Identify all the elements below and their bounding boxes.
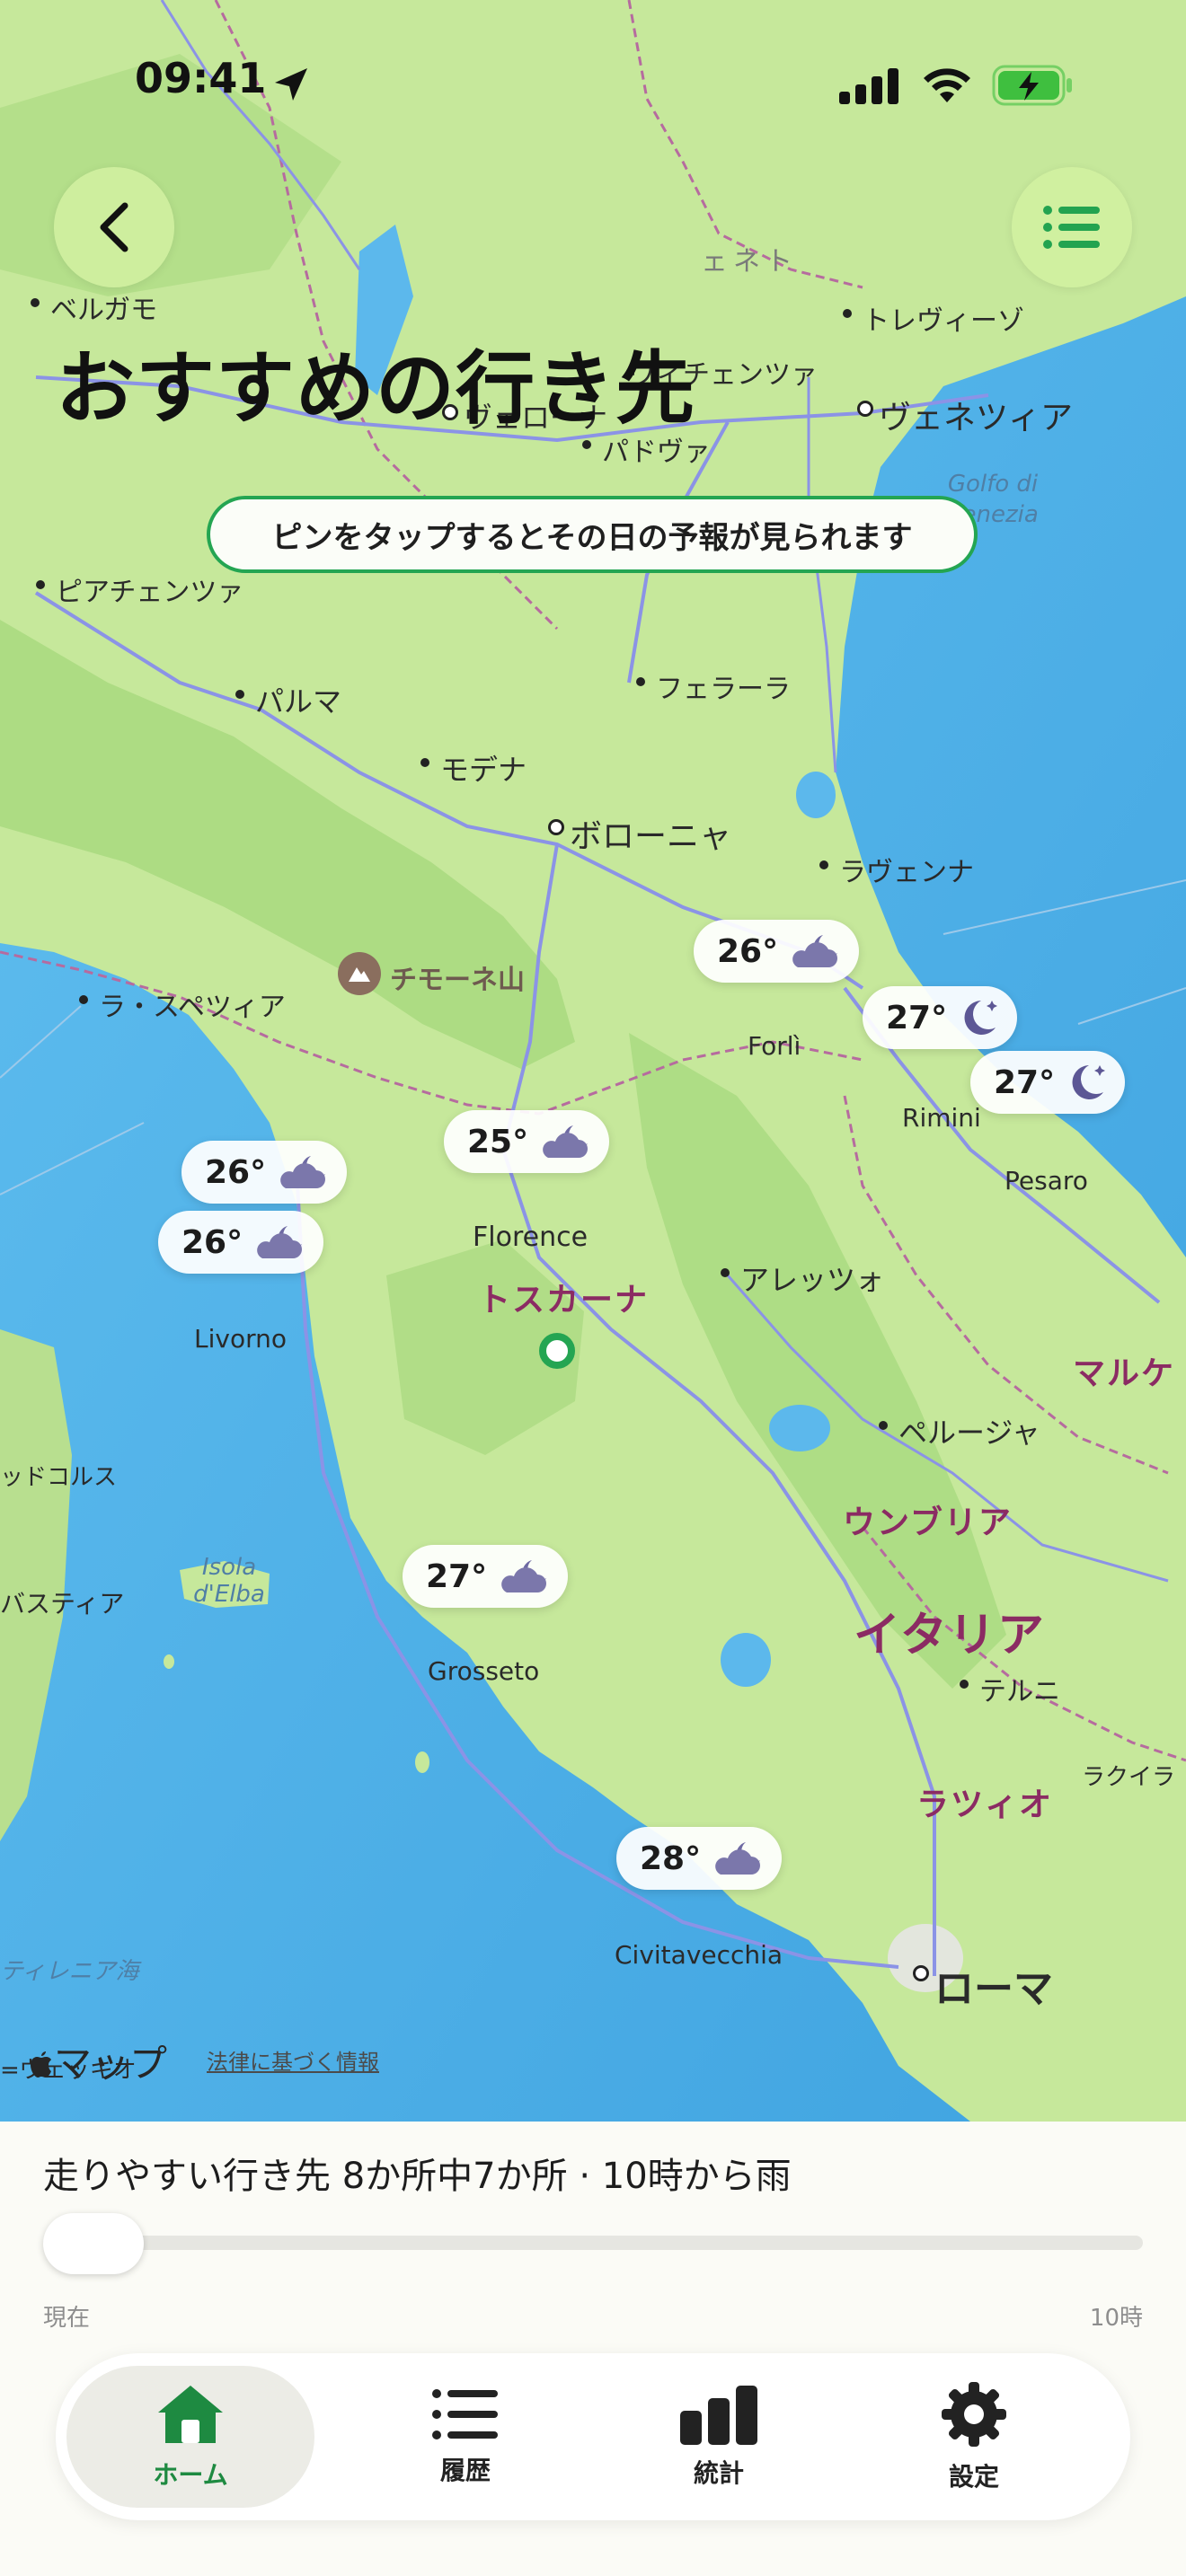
cloudy-night-icon: [792, 935, 838, 967]
list-button[interactable]: [1012, 167, 1132, 287]
city-label: バスティア: [0, 1589, 125, 1619]
city-label: Pesaro: [1005, 1166, 1088, 1195]
apple-logo-icon: [31, 2051, 51, 2078]
mountain-icon: [338, 952, 381, 995]
region-label: イタリア: [854, 1609, 1046, 1663]
city-label: ラ・スペツィア: [79, 984, 286, 1024]
region-label: マルケ: [1073, 1355, 1176, 1392]
weather-pin[interactable]: 25°: [444, 1110, 610, 1173]
weather-pin[interactable]: 26°: [181, 1141, 348, 1204]
maps-attribution: マップ: [27, 2033, 167, 2088]
pin-temp: 27°: [994, 1063, 1056, 1101]
tab-home[interactable]: ホーム: [66, 2366, 314, 2508]
city-label: Florence: [473, 1222, 589, 1253]
page-title: おすすめの行き先: [56, 342, 696, 435]
back-button[interactable]: [54, 167, 174, 287]
hint-banner: ピンをタップするとその日の予報が見られます: [207, 496, 978, 573]
region-label: ェネト: [701, 246, 798, 278]
location-arrow-icon: [275, 68, 307, 101]
region-label: ウンブリア: [843, 1504, 1013, 1541]
city-label: モデナ: [420, 747, 527, 789]
summary-text: 走りやすい行き先 8か所中7か所 · 10時から雨: [43, 2156, 792, 2197]
city-label: ッドコルス: [0, 1464, 118, 1491]
slider-start-label: 現在: [43, 2305, 91, 2332]
peak-label: チモーネ山: [390, 965, 525, 996]
list-icon: [432, 2389, 498, 2439]
tab-label: 設定: [948, 2462, 999, 2492]
tab-settings[interactable]: 設定: [850, 2366, 1098, 2508]
city-label: フェラーラ: [636, 666, 791, 706]
list-icon: [1043, 206, 1100, 249]
cloudy-night-icon: [715, 1842, 761, 1875]
city-label: トレヴィーゾ: [843, 298, 1024, 338]
time-slider-track[interactable]: [43, 2236, 1143, 2250]
city-label: ラクイラ: [1082, 1764, 1176, 1791]
home-icon: [158, 2386, 223, 2443]
tab-stats[interactable]: 統計: [595, 2366, 843, 2508]
pin-temp: 26°: [181, 1223, 243, 1261]
tab-label: 統計: [693, 2458, 744, 2488]
city-label: パルマ: [235, 679, 341, 720]
sea-label: ティレニア海: [0, 1958, 139, 1985]
current-location-marker[interactable]: [539, 1333, 575, 1369]
moon-icon: [1072, 1065, 1106, 1099]
city-label: ヴェネツィア: [856, 392, 1073, 438]
city-label: Civitavecchia: [615, 1940, 783, 1970]
time-slider-thumb[interactable]: [43, 2213, 144, 2274]
pin-temp: 25°: [467, 1123, 529, 1160]
pin-temp: 26°: [205, 1153, 267, 1191]
city-label: ベルガモ: [30, 287, 157, 327]
tab-bar: ホーム 履歴 統計 設定: [56, 2353, 1130, 2520]
city-label: ラヴェンナ: [819, 850, 974, 889]
cloudy-night-icon: [280, 1156, 326, 1188]
slider-end-label: 10時: [1089, 2305, 1143, 2332]
legal-link[interactable]: 法律に基づく情報: [207, 2044, 379, 2076]
cloudy-night-icon: [257, 1226, 303, 1258]
weather-pin[interactable]: 28°: [616, 1827, 783, 1890]
city-label: ピアチェンツァ: [35, 569, 243, 609]
weather-pin[interactable]: 27°: [863, 986, 1018, 1049]
wifi-icon: [924, 68, 970, 102]
region-label: ラツィオ: [916, 1786, 1054, 1823]
cloudy-night-icon: [501, 1560, 547, 1592]
moon-icon: [964, 1001, 998, 1035]
cloudy-night-icon: [543, 1125, 589, 1158]
sea-label: Isola d'Elba: [193, 1554, 265, 1608]
weather-pin[interactable]: 26°: [158, 1211, 324, 1274]
weather-pin[interactable]: 27°: [403, 1545, 569, 1608]
city-label: Forlì: [748, 1031, 801, 1061]
city-label: テルニ: [960, 1669, 1060, 1708]
tab-label: 履歴: [439, 2456, 491, 2485]
pin-temp: 28°: [640, 1839, 702, 1877]
tab-label: ホーム: [153, 2460, 228, 2490]
city-label: Livorno: [194, 1324, 287, 1354]
pin-temp: 27°: [426, 1557, 488, 1595]
cellular-signal-icon: [839, 68, 898, 104]
city-label: アレッツォ: [720, 1257, 884, 1299]
city-label: ボローニャ: [547, 810, 731, 857]
battery-charging-icon: [992, 65, 1072, 106]
bar-chart-icon: [680, 2386, 757, 2445]
tab-history[interactable]: 履歴: [341, 2366, 589, 2508]
pin-temp: 27°: [886, 999, 948, 1037]
weather-pin[interactable]: 27°: [970, 1051, 1126, 1114]
map[interactable]: ベルガモ トレヴィーゾ ヴィチェンツァ ヴェローナ パドヴァ ヴェネツィア ピア…: [0, 0, 1186, 2122]
city-label: Grosseto: [428, 1656, 540, 1686]
city-label: ローマ: [913, 1956, 1053, 2014]
city-label: Rimini: [902, 1103, 981, 1133]
city-label: ペルージャ: [879, 1410, 1040, 1451]
chevron-left-icon: [100, 202, 128, 252]
region-label: トスカーナ: [478, 1282, 650, 1319]
pin-temp: 26°: [717, 932, 779, 970]
gear-icon: [942, 2382, 1006, 2447]
weather-pin[interactable]: 26°: [694, 920, 860, 983]
status-time: 09:41: [135, 54, 267, 102]
